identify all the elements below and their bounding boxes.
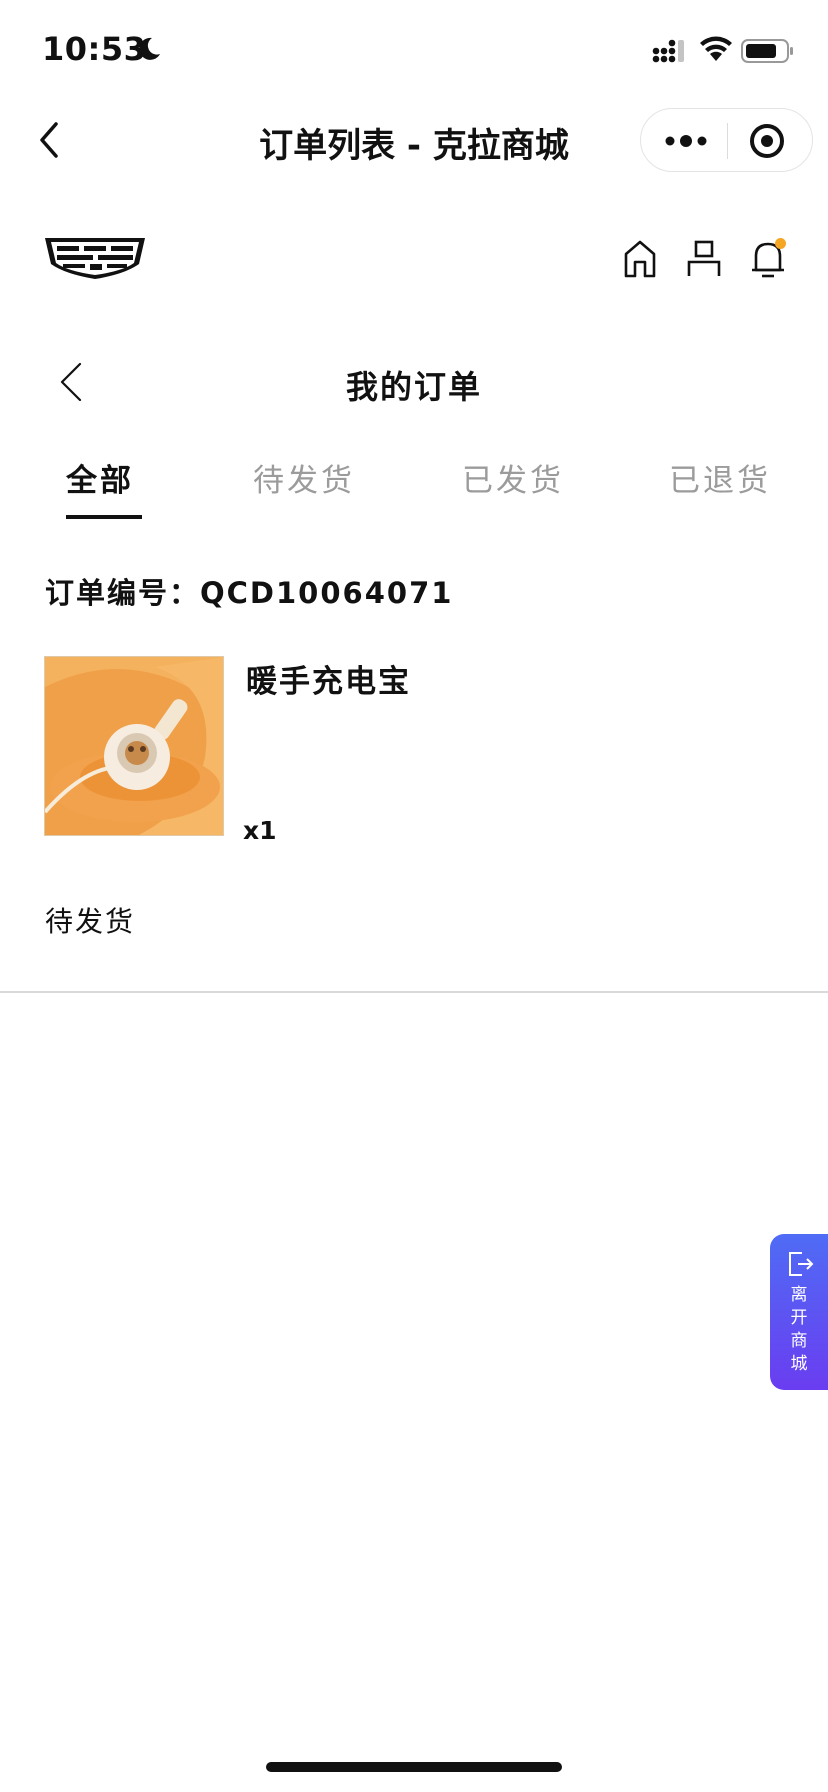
home-icon[interactable]: [620, 236, 660, 280]
moon-icon: [139, 37, 160, 60]
capsule-menu: [640, 108, 813, 172]
leave-store-button[interactable]: 离 开 商 城: [770, 1234, 828, 1390]
tab-shipped[interactable]: 已发货: [462, 455, 564, 500]
product-quantity: x1: [243, 816, 277, 845]
order-card[interactable]: 订单编号：QCD10064071 暖手充电宝 x1 待发货: [0, 570, 828, 993]
more-icon[interactable]: [657, 121, 715, 161]
order-tabs: 全部 待发货 已发货 已退货: [0, 455, 828, 525]
tab-returned[interactable]: 已退货: [669, 455, 771, 500]
product-name[interactable]: 暖手充电宝: [246, 656, 411, 701]
exit-icon: [789, 1252, 814, 1276]
wifi-icon: [700, 36, 732, 61]
logo[interactable]: [43, 236, 147, 280]
signal-icon: [652, 39, 684, 63]
battery-icon: [741, 39, 793, 63]
product-image[interactable]: [44, 656, 224, 836]
tab-pending-shipment[interactable]: 待发货: [253, 455, 355, 500]
leave-store-label: 离 开 商 城: [790, 1285, 808, 1374]
active-tab-indicator: [66, 515, 142, 519]
site-header: [0, 220, 828, 300]
notification-dot: [775, 238, 786, 249]
home-indicator[interactable]: [266, 1762, 562, 1772]
tab-all[interactable]: 全部: [66, 455, 134, 500]
order-status: 待发货: [45, 905, 136, 938]
user-icon[interactable]: [684, 236, 724, 280]
page-header: 我的订单: [0, 350, 828, 414]
target-icon[interactable]: [747, 121, 787, 161]
order-number: 订单编号：QCD10064071: [45, 576, 454, 610]
nav-bar: 订单列表 - 克拉商城: [0, 100, 828, 188]
page-title: 我的订单: [345, 368, 482, 406]
status-time: 10:53: [42, 30, 147, 68]
capsule-divider: [727, 123, 728, 159]
status-bar: 10:53: [0, 0, 828, 100]
